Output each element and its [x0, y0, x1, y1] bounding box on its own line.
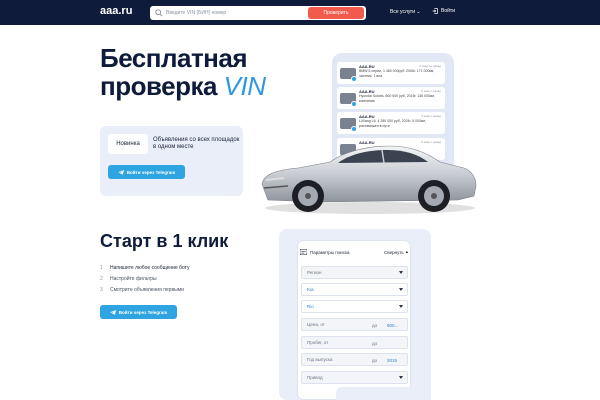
drive-select[interactable]: Привод [301, 371, 408, 384]
mileage-to-label: до [372, 341, 378, 346]
collapse-toggle[interactable]: Свернуть ▴ [384, 249, 408, 255]
notification-card: AAA.RU 2 минуты назад BMW 6 серии, 1 460… [337, 62, 445, 84]
step-item: 1 Напишите любое сообщение боту [100, 262, 190, 273]
price-to-value: 900... [387, 323, 399, 328]
login-link[interactable]: Войти [432, 8, 455, 14]
promo-text: Объявления со всех площадок в одном мест… [153, 137, 240, 150]
hero-title: Бесплатная проверка VIN [100, 44, 266, 100]
notification-time: 5 минут назад [421, 114, 441, 118]
notification-time: 5 минут назад [421, 89, 441, 93]
all-services-menu[interactable]: Все услуги ⌄ [390, 9, 421, 15]
telegram-icon [117, 169, 124, 175]
step-number: 1 [100, 264, 103, 271]
step-item: 2 Настройте фильтры [100, 273, 190, 284]
year-from-label: Год выпуска [307, 357, 333, 362]
new-badge: Новинка [108, 134, 148, 154]
drive-label: Привод [307, 375, 323, 380]
notification-text: BMW 6 серии, 1 460 000руб. 2006г. 171 00… [359, 69, 435, 78]
step-item: 3 Смотрите объявления первыми [100, 284, 190, 295]
all-services-label: Все услуги [390, 9, 415, 15]
price-to-label: до [372, 323, 378, 328]
step-text: Настройте фильтры [110, 275, 157, 282]
chevron-up-icon: ▴ [405, 249, 408, 254]
start-title: Старт в 1 клик [100, 231, 229, 251]
year-to-label: до [372, 358, 378, 363]
telegram-icon [109, 309, 116, 315]
mileage-range-field[interactable]: Пробег, от до [301, 336, 408, 349]
step-text: Напишите любое сообщение боту [110, 264, 190, 271]
brand-value: Kia [307, 287, 314, 292]
search-icon [155, 9, 163, 17]
vin-search-bar: Проверить [150, 6, 366, 20]
hero-title-line1: Бесплатная [100, 43, 248, 73]
telegram-login-label: Войти через Telegram [118, 309, 168, 315]
chevron-down-icon [399, 376, 403, 379]
telegram-login-button-2[interactable]: Войти через Telegram [100, 305, 177, 319]
year-range-field[interactable]: Год выпуска до 2015 [301, 353, 408, 366]
step-number: 2 [100, 275, 103, 282]
brand-select[interactable]: Kia [301, 283, 408, 296]
site-logo[interactable]: aaa.ru [100, 5, 132, 17]
notification-card: AAA.RU 5 минут назад Hyundai Solaris, 80… [337, 87, 445, 109]
steps-list: 1 Напишите любое сообщение боту 2 Настро… [100, 262, 190, 295]
vin-search-input[interactable] [166, 8, 306, 18]
promo-card: Новинка Объявления со всех площадок в од… [100, 126, 243, 196]
search-params-header: Параметры поиска Свернуть ▴ [300, 247, 408, 257]
notification-text: Hyundai Solaris, 800 000 руб, 2015г. 136… [359, 94, 435, 103]
telegram-login-label: Войти через Telegram [126, 169, 176, 175]
step-text: Смотрите объявления первыми [110, 286, 184, 293]
chevron-down-icon [399, 288, 403, 291]
chevron-down-icon [399, 271, 403, 274]
model-select[interactable]: Rio [301, 300, 408, 313]
year-to-value: 2015 [387, 358, 398, 363]
region-label: Регион [307, 270, 322, 275]
hero-title-vin: VIN [223, 71, 266, 101]
hero-title-prefix: проверка [100, 71, 224, 101]
telegram-login-button[interactable]: Войти через Telegram [108, 165, 185, 179]
price-range-field[interactable]: Цена, от до 900... [301, 318, 408, 331]
model-value: Rio [307, 304, 314, 309]
collapse-label: Свернуть [383, 249, 404, 255]
search-params-title: Параметры поиска [310, 249, 350, 255]
notification-time: 2 минуты назад [419, 64, 441, 68]
telegram-dot-icon [351, 101, 357, 107]
region-select[interactable]: Регион [301, 266, 408, 279]
login-icon [432, 8, 438, 14]
telegram-dot-icon [351, 76, 357, 82]
login-label: Войти [441, 8, 455, 14]
site-header: aaa.ru Проверить Все услуги ⌄ Войти [0, 0, 600, 25]
filter-icon [300, 249, 307, 255]
chevron-down-icon: ⌄ [416, 9, 421, 15]
mileage-from-label: Пробег, от [307, 340, 329, 345]
check-vin-button[interactable]: Проверить [308, 7, 364, 19]
price-from-label: Цена, от [307, 322, 325, 327]
chevron-down-icon [399, 305, 403, 308]
car-illustration [261, 145, 477, 214]
hero-title-line2: проверка VIN [100, 72, 266, 100]
step-number: 3 [100, 286, 103, 293]
secondary-panel [336, 387, 431, 400]
